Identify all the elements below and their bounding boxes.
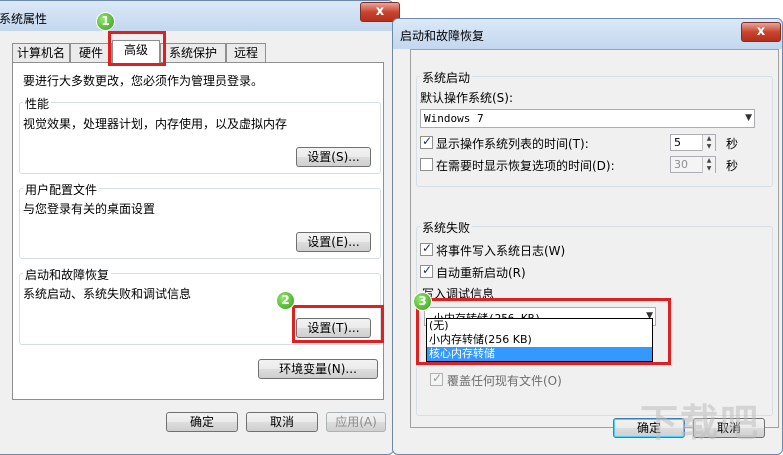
show-os-list-checkbox[interactable] bbox=[420, 134, 433, 149]
show-os-list-spinner[interactable]: 5 ▲ ▼ bbox=[670, 134, 716, 151]
system-failure-title: 系统失败 bbox=[420, 219, 473, 236]
tab-system-protection[interactable]: 系统保护 bbox=[160, 43, 226, 63]
tab-hardware[interactable]: 硬件 bbox=[70, 43, 112, 63]
tab-remote[interactable]: 远程 bbox=[226, 43, 266, 63]
spin-up-icon[interactable]: ▲ bbox=[702, 135, 715, 143]
user-profiles-desc: 与您登录有关的桌面设置 bbox=[23, 202, 156, 216]
default-os-value: Windows 7 bbox=[424, 112, 484, 125]
show-os-list-value: 5 bbox=[674, 136, 681, 149]
system-startup-title: 系统启动 bbox=[420, 69, 473, 86]
ok-button[interactable]: 确定 bbox=[166, 412, 238, 432]
performance-title: 性能 bbox=[23, 95, 52, 112]
performance-settings-button[interactable]: 设置(S)... bbox=[296, 147, 371, 167]
performance-group: 性能 视觉效果，处理器计划，内存使用，以及虚拟内存 设置(S)... bbox=[19, 95, 381, 174]
startup-recovery-title: 启动和故障恢复 bbox=[23, 266, 112, 283]
default-os-label: 默认操作系统(S): bbox=[420, 91, 514, 105]
watermark-logo: 下载吧 bbox=[640, 401, 761, 445]
highlight-startup-settings bbox=[292, 305, 384, 343]
show-recovery-checkbox[interactable] bbox=[420, 158, 433, 171]
admin-note: 要进行大多数更改，您必须作为管理员登录。 bbox=[23, 74, 264, 88]
overwrite-label: 覆盖任何现有文件(O) bbox=[447, 374, 562, 388]
auto-restart-checkbox[interactable] bbox=[420, 263, 433, 278]
spin-down-icon[interactable]: ▼ bbox=[702, 165, 715, 173]
performance-desc: 视觉效果，处理器计划，内存使用，以及虚拟内存 bbox=[23, 117, 288, 131]
content-panel: 系统启动 默认操作系统(S): Windows 7 ▼ 显示操作系统列表的时间(… bbox=[410, 49, 779, 428]
show-os-list-label: 显示操作系统列表的时间(T): bbox=[436, 137, 589, 151]
default-os-select[interactable]: Windows 7 ▼ bbox=[420, 109, 755, 128]
cancel-button[interactable]: 取消 bbox=[246, 412, 318, 432]
system-startup-group: 系统启动 默认操作系统(S): Windows 7 ▼ 显示操作系统列表的时间(… bbox=[416, 69, 773, 187]
apply-button[interactable]: 应用(A) bbox=[326, 412, 386, 432]
chevron-down-icon: ▼ bbox=[745, 113, 752, 123]
highlight-debug-dropdown bbox=[416, 298, 671, 365]
write-event-checkbox[interactable] bbox=[420, 241, 433, 256]
step-badge-2: 2 bbox=[276, 291, 295, 310]
seconds-unit: 秒 bbox=[726, 137, 739, 151]
step-badge-3: 3 bbox=[413, 292, 432, 311]
startup-recovery-desc: 系统启动、系统失败和调试信息 bbox=[23, 287, 192, 301]
user-profiles-title: 用户配置文件 bbox=[23, 181, 100, 198]
close-button[interactable]: x bbox=[741, 22, 781, 42]
advanced-tab-panel: 要进行大多数更改，您必须作为管理员登录。 性能 视觉效果，处理器计划，内存使用，… bbox=[12, 62, 384, 400]
user-profiles-group: 用户配置文件 与您登录有关的桌面设置 设置(E)... bbox=[19, 181, 381, 259]
startup-recovery-window: 启动和故障恢复 x 系统启动 默认操作系统(S): Windows 7 ▼ 显示… bbox=[392, 18, 783, 455]
seconds-unit: 秒 bbox=[726, 159, 739, 173]
user-profiles-settings-button[interactable]: 设置(E)... bbox=[296, 232, 371, 252]
title-bar[interactable]: 系统属性 bbox=[0, 1, 393, 31]
show-recovery-value: 30 bbox=[674, 158, 688, 171]
environment-variables-button[interactable]: 环境变量(N)... bbox=[258, 359, 378, 379]
tab-computer-name[interactable]: 计算机名 bbox=[12, 43, 70, 63]
show-recovery-spinner[interactable]: 30 ▲ ▼ bbox=[670, 156, 716, 173]
tab-advanced[interactable]: 高级 bbox=[112, 40, 160, 63]
window-title: 启动和故障恢复 bbox=[400, 29, 485, 43]
spin-up-icon[interactable]: ▲ bbox=[702, 157, 715, 165]
auto-restart-label: 自动重新启动(R) bbox=[436, 266, 526, 280]
system-properties-window: 系统属性 x 计算机名 硬件 高级 系统保护 远程 要进行大多数更改，您必须作为… bbox=[0, 0, 400, 455]
write-event-label: 将事件写入系统日志(W) bbox=[436, 244, 566, 258]
spin-down-icon[interactable]: ▼ bbox=[702, 143, 715, 151]
step-badge-1: 1 bbox=[96, 12, 115, 31]
overwrite-checkbox[interactable] bbox=[430, 371, 443, 386]
show-recovery-label: 在需要时显示恢复选项的时间(D): bbox=[436, 159, 615, 173]
window-title: 系统属性 bbox=[0, 12, 48, 26]
title-bar[interactable]: 启动和故障恢复 bbox=[393, 19, 782, 49]
